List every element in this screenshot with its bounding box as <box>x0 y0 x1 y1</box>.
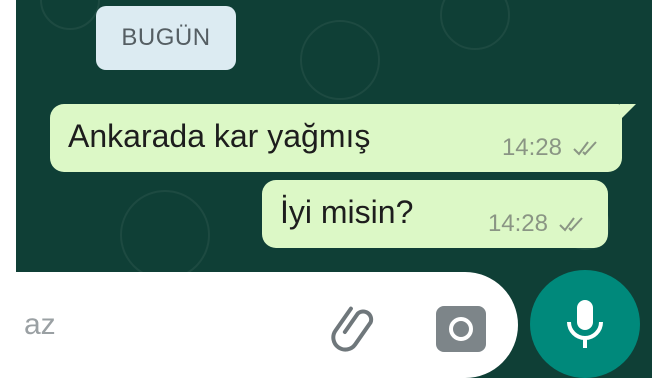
double-check-icon <box>573 141 597 156</box>
bubble-tail <box>620 104 636 120</box>
message-time: 14:28 <box>487 210 548 237</box>
message-time: 14:28 <box>501 134 562 161</box>
message-text: Ankarada kar yağmış <box>68 118 371 154</box>
message-bubble[interactable]: İyi misin? 14:28 <box>262 180 608 248</box>
paperclip-icon[interactable] <box>330 300 382 352</box>
wallpaper-doodle <box>40 0 100 30</box>
microphone-icon <box>567 300 603 348</box>
message-bubble[interactable]: Ankarada kar yağmış 14:28 <box>50 104 636 172</box>
wallpaper-doodle <box>440 0 510 50</box>
camera-lens <box>449 317 473 341</box>
date-chip: BUGÜN <box>96 6 236 70</box>
message-input[interactable]: az <box>24 308 56 342</box>
message-meta: 14:28 <box>502 134 602 162</box>
date-chip-label: BUGÜN <box>121 24 211 51</box>
message-text: İyi misin? <box>280 194 414 230</box>
mic-button[interactable] <box>530 270 640 378</box>
double-check-icon <box>559 217 583 232</box>
right-edge <box>652 0 672 378</box>
wallpaper-doodle <box>120 190 210 280</box>
wallpaper-doodle <box>300 20 380 100</box>
message-meta: 14:28 <box>488 210 588 238</box>
camera-icon[interactable] <box>436 306 486 352</box>
